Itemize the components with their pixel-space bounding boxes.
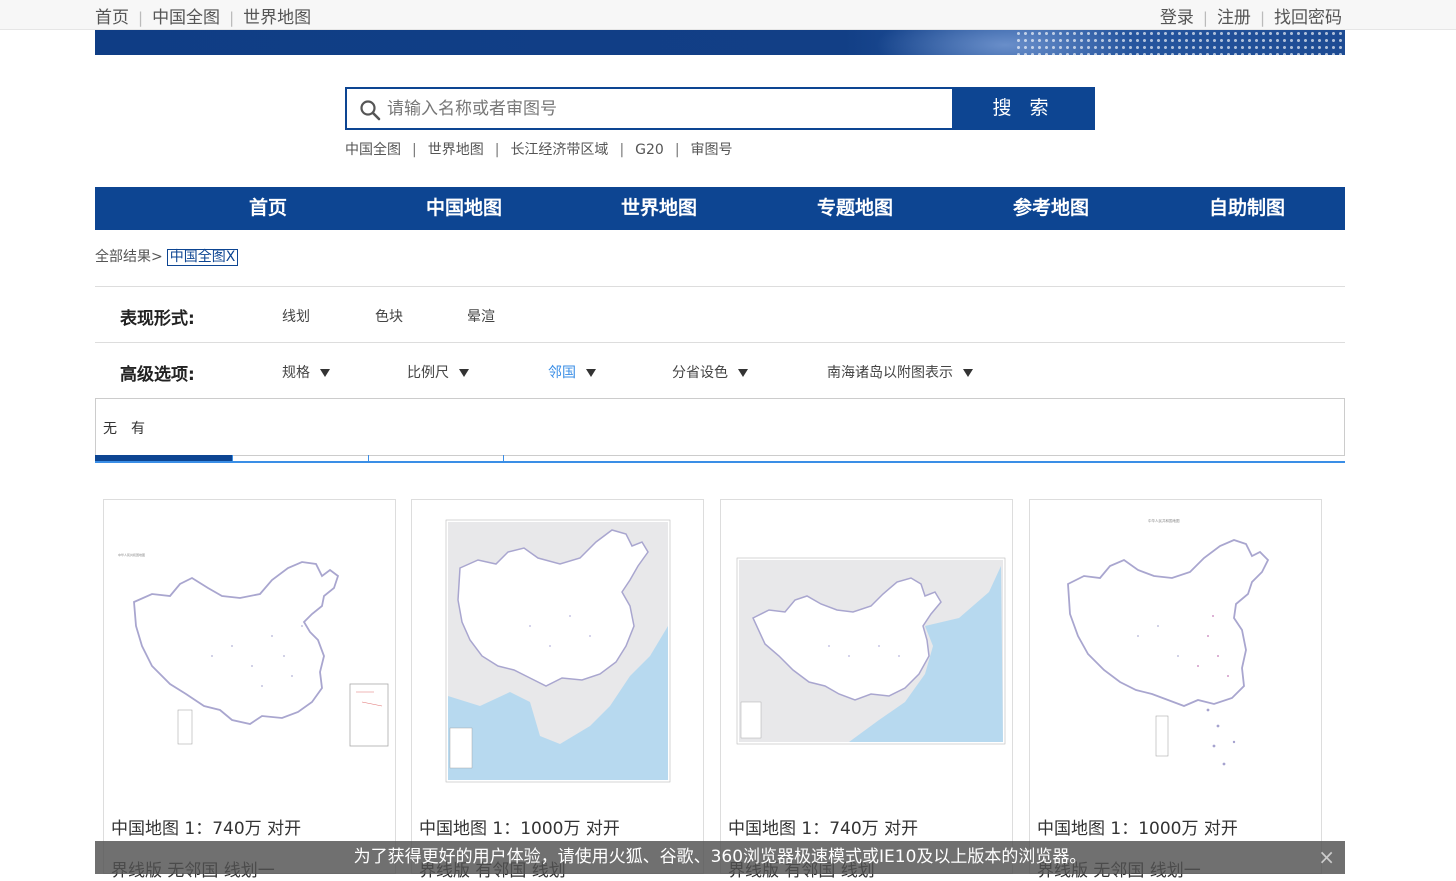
top-link-world-map[interactable]: 世界地图: [243, 8, 311, 28]
advanced-option-scale[interactable]: 比例尺: [407, 362, 469, 382]
advanced-option-neighbors[interactable]: 邻国: [548, 362, 596, 382]
divider: [95, 286, 1345, 287]
result-tab[interactable]: [368, 455, 504, 461]
quick-search-links: 中国全图 | 世界地图 | 长江经济带区域 | G20 | 审图号: [345, 142, 733, 158]
quick-link[interactable]: 世界地图: [428, 142, 484, 158]
top-link-china-map[interactable]: 中国全图: [152, 8, 220, 28]
close-icon[interactable]: ×: [1318, 841, 1335, 874]
dropdown-arrow-icon: [320, 369, 330, 377]
search-icon: [360, 100, 381, 121]
quick-link[interactable]: 中国全图: [345, 142, 401, 158]
card-title: 中国地图 1：1000万 对开: [1037, 819, 1238, 839]
form-option-line[interactable]: 线划: [282, 306, 310, 326]
svg-text:中华人民共和国地图: 中华人民共和国地图: [1148, 518, 1180, 523]
advanced-option-south-sea-inset[interactable]: 南海诸岛以附图表示: [827, 362, 973, 382]
form-option-shading[interactable]: 晕渲: [467, 306, 495, 326]
card-title: 中国地图 1：740万 对开: [728, 819, 919, 839]
main-nav: 首页 中国地图 世界地图 专题地图 参考地图 自助制图: [95, 187, 1345, 230]
dropdown-arrow-icon: [963, 369, 973, 377]
dropdown-arrow-icon: [586, 369, 596, 377]
nav-item-reference-map[interactable]: 参考地图: [991, 187, 1111, 230]
search-input[interactable]: [387, 95, 942, 123]
neighbors-dropdown-panel: 无 有: [95, 398, 1345, 456]
map-thumbnail: [729, 506, 1006, 791]
top-left-links: 首页 | 中国全图 | 世界地图: [95, 8, 312, 28]
nav-item-home[interactable]: 首页: [208, 187, 328, 230]
svg-text:中华人民共和国地图: 中华人民共和国地图: [118, 552, 145, 557]
search-button[interactable]: 搜 索: [952, 87, 1095, 130]
dropdown-arrow-icon: [459, 369, 469, 377]
breadcrumb: 全部结果> 中国全图X: [95, 246, 239, 266]
nav-item-thematic-map[interactable]: 专题地图: [795, 187, 915, 230]
divider: [95, 342, 1345, 343]
advanced-filter-label: 高级选项:: [120, 365, 195, 385]
recover-password-link[interactable]: 找回密码: [1274, 8, 1342, 28]
filter-tag-china-map[interactable]: 中国全图X: [166, 249, 239, 266]
result-tab[interactable]: [232, 455, 368, 461]
map-thumbnail: [420, 506, 697, 791]
nav-item-china-map[interactable]: 中国地图: [404, 187, 524, 230]
advanced-option-spec[interactable]: 规格: [282, 362, 330, 382]
quick-link[interactable]: 审图号: [691, 142, 733, 158]
nav-item-world-map[interactable]: 世界地图: [599, 187, 719, 230]
dropdown-value-yes[interactable]: 有: [131, 418, 145, 438]
advanced-option-province-color[interactable]: 分省设色: [672, 362, 748, 382]
top-link-home[interactable]: 首页: [95, 8, 129, 28]
map-thumbnail: 中华人民共和国地图: [1038, 506, 1315, 791]
map-card[interactable]: 中国地图 1：740万 对开 界线版 有邻国 线划: [720, 499, 1013, 881]
browser-notice-text: 为了获得更好的用户体验，请使用火狐、谷歌、360浏览器极速模式或IE10及以上版…: [353, 847, 1087, 867]
dropdown-value-none[interactable]: 无: [103, 418, 117, 438]
card-title: 中国地图 1：740万 对开: [111, 819, 302, 839]
result-tab-strip: [95, 455, 1345, 463]
form-filter-label: 表现形式:: [120, 309, 195, 329]
map-card[interactable]: 中华人民共和国地图 中国地图 1：1000万 对开 界线版 无邻国 线划一: [1029, 499, 1322, 881]
search-box: [345, 87, 953, 130]
map-thumbnail: 中华人民共和国地图: [112, 506, 389, 791]
quick-link[interactable]: 长江经济带区域: [510, 142, 608, 158]
dropdown-arrow-icon: [738, 369, 748, 377]
nav-item-self-service-map[interactable]: 自助制图: [1187, 187, 1307, 230]
card-title: 中国地图 1：1000万 对开: [419, 819, 620, 839]
login-link[interactable]: 登录: [1160, 8, 1194, 28]
header-banner: [95, 30, 1345, 55]
search-bar: 搜 索: [345, 87, 1095, 130]
map-card[interactable]: 中国地图 1：1000万 对开 界线版 有邻国 线划: [411, 499, 704, 881]
breadcrumb-root[interactable]: 全部结果>: [95, 249, 163, 265]
top-bar: 首页 | 中国全图 | 世界地图 登录 | 注册 | 找回密码: [0, 0, 1456, 30]
form-option-color-block[interactable]: 色块: [375, 306, 403, 326]
map-card[interactable]: 中华人民共和国地图 中国地图 1：740万 对开 界线版 无邻国 线划一: [103, 499, 396, 881]
top-right-links: 登录 | 注册 | 找回密码: [1159, 8, 1342, 28]
quick-link[interactable]: G20: [635, 142, 664, 158]
browser-notice-bar: 为了获得更好的用户体验，请使用火狐、谷歌、360浏览器极速模式或IE10及以上版…: [95, 841, 1345, 874]
result-tab-active[interactable]: [95, 455, 232, 461]
register-link[interactable]: 注册: [1217, 8, 1251, 28]
